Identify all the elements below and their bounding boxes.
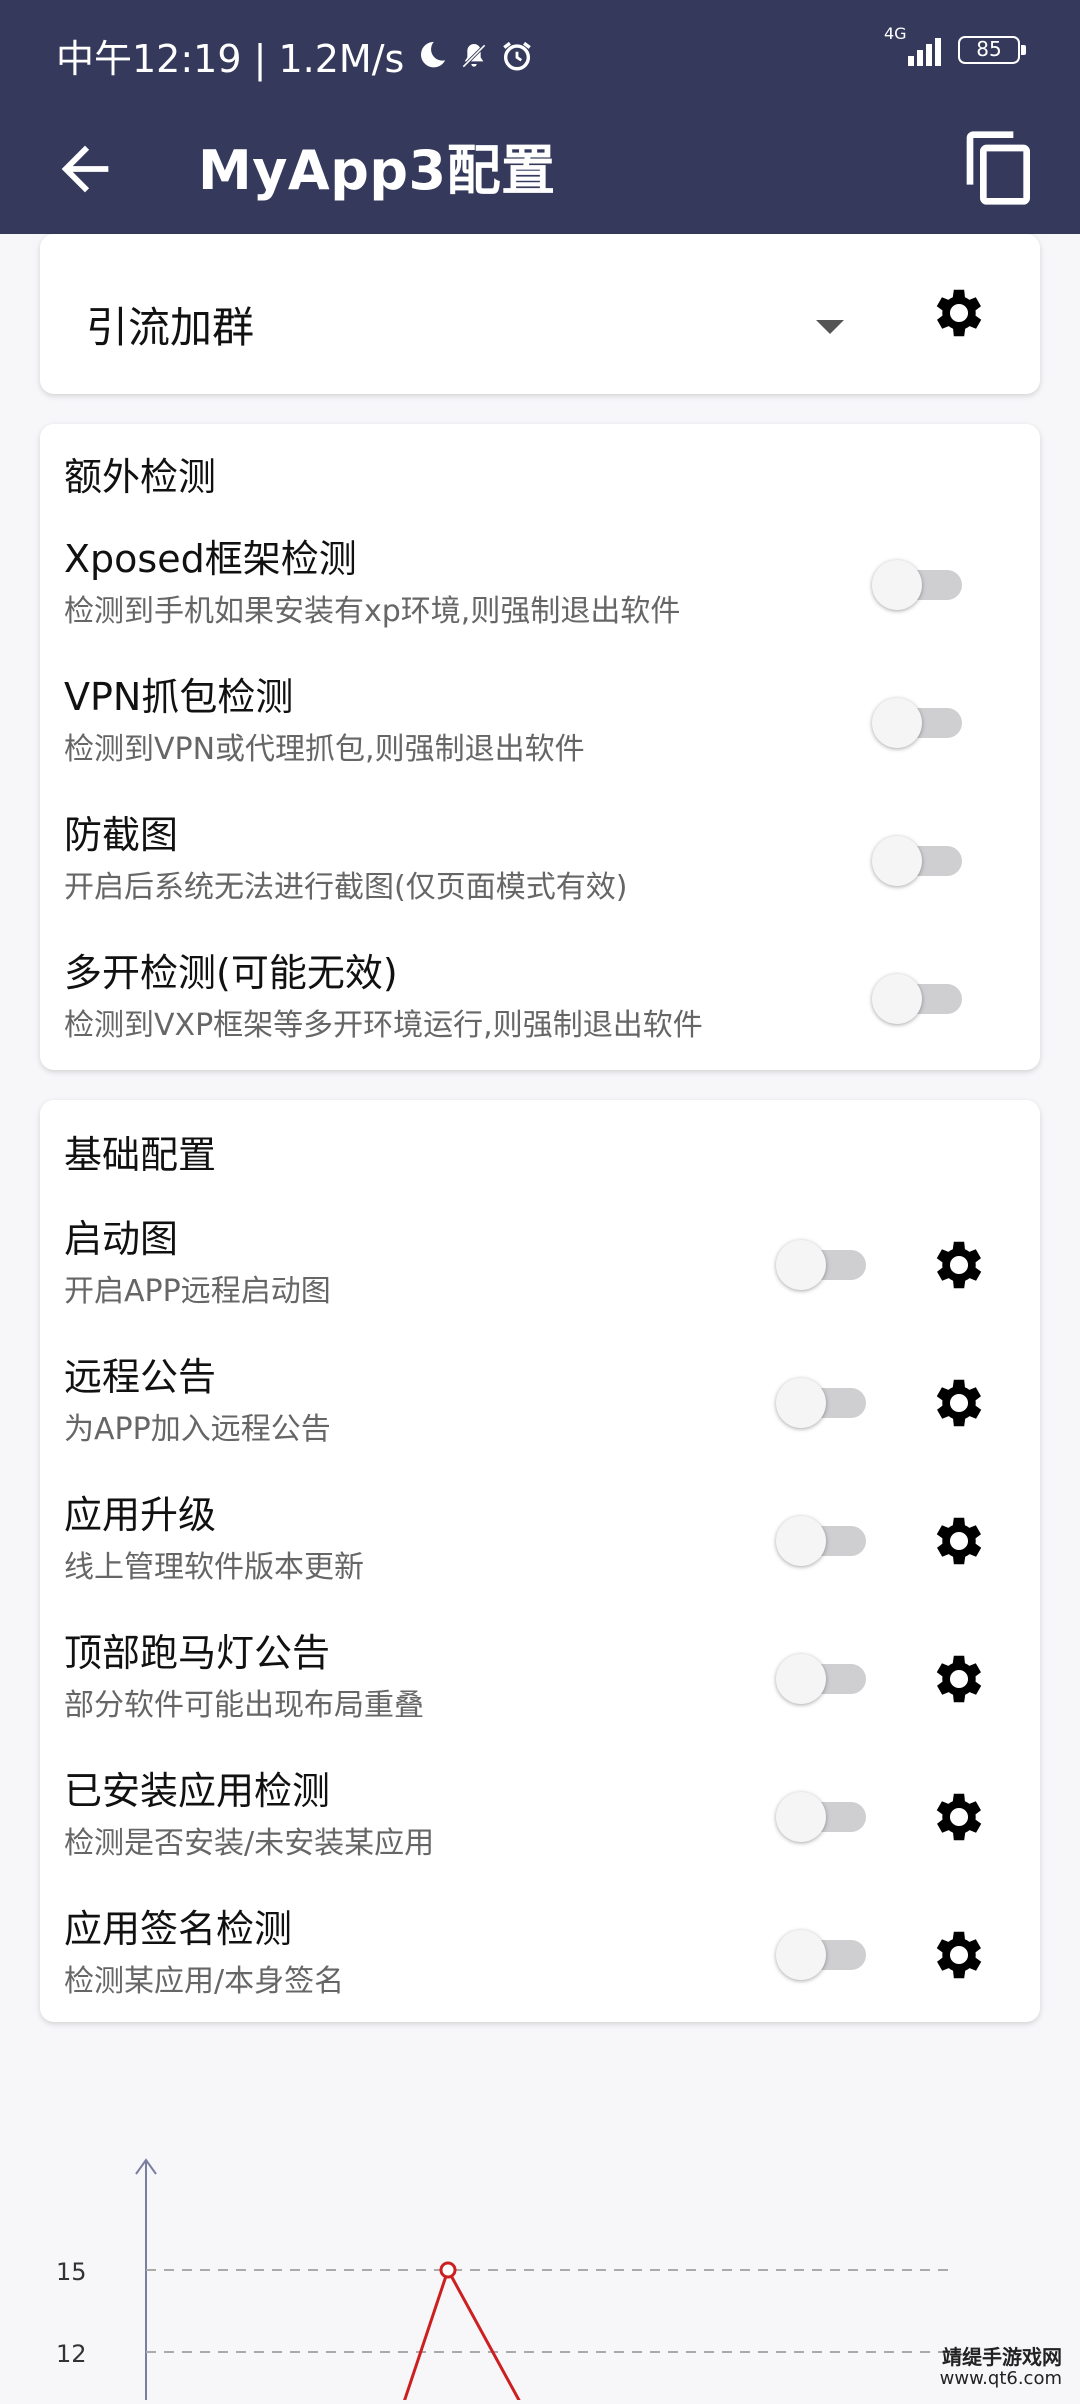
setting-row-vpn: VPN抓包检测 检测到VPN或代理抓包,则强制退出软件 xyxy=(40,666,1040,786)
status-left: 中午12:19 | 1.2M/s xyxy=(56,28,534,83)
vpn-toggle[interactable] xyxy=(872,694,962,748)
status-right: 4G 85 xyxy=(884,24,1026,70)
toggle-thumb xyxy=(872,836,922,886)
gear-icon[interactable] xyxy=(928,1510,990,1572)
setting-row-screenshot: 防截图 开启后系统无法进行截图(仅页面模式有效) xyxy=(40,804,1040,924)
row-title: Xposed框架检测 xyxy=(64,537,357,581)
gear-icon[interactable] xyxy=(928,1648,990,1710)
row-subtitle: 检测是否安装/未安装某应用 xyxy=(64,1826,435,1861)
toggle-thumb xyxy=(776,1654,826,1704)
signature-check-toggle[interactable] xyxy=(776,1926,866,1980)
installed-check-toggle[interactable] xyxy=(776,1788,866,1842)
mode-dropdown-card: 引流加群 xyxy=(40,234,1040,394)
setting-row-multi-open: 多开检测(可能无效) 检测到VXP框架等多开环境运行,则强制退出软件 xyxy=(40,942,1040,1062)
setting-row-installed-check: 已安装应用检测 检测是否安装/未安装某应用 xyxy=(40,1760,1040,1880)
toggle-thumb xyxy=(872,560,922,610)
row-title: 已安装应用检测 xyxy=(64,1769,331,1813)
toggle-thumb xyxy=(872,974,922,1024)
y-tick-15: 15 xyxy=(56,2258,87,2286)
y-tick-12: 12 xyxy=(56,2340,87,2368)
splash-toggle[interactable] xyxy=(776,1236,866,1290)
chart-svg: 15 12 xyxy=(56,2158,950,2403)
toggle-thumb xyxy=(776,1792,826,1842)
gear-icon[interactable] xyxy=(928,1372,990,1434)
row-title: 多开检测(可能无效) xyxy=(64,951,398,995)
row-title: VPN抓包检测 xyxy=(64,675,294,719)
row-title: 启动图 xyxy=(64,1217,179,1261)
battery-level: 85 xyxy=(976,37,1002,61)
series-line xyxy=(402,2266,522,2403)
network-type: 4G xyxy=(884,24,907,43)
row-title: 应用升级 xyxy=(64,1493,217,1537)
data-point-peak xyxy=(439,2261,457,2279)
setting-row-splash: 启动图 开启APP远程启动图 xyxy=(40,1208,1040,1328)
upgrade-toggle[interactable] xyxy=(776,1512,866,1566)
toggle-thumb xyxy=(776,1516,826,1566)
app-bar: MyApp3配置 xyxy=(0,104,1080,234)
page-title: MyApp3配置 xyxy=(198,139,556,202)
back-arrow-icon[interactable] xyxy=(50,134,120,204)
gear-icon[interactable] xyxy=(928,1234,990,1296)
multi-open-toggle[interactable] xyxy=(872,970,962,1024)
xposed-toggle[interactable] xyxy=(872,556,962,610)
toggle-thumb xyxy=(776,1930,826,1980)
row-subtitle: 部分软件可能出现布局重叠 xyxy=(64,1688,424,1723)
section-title-basic: 基础配置 xyxy=(64,1133,217,1177)
row-title: 防截图 xyxy=(64,813,179,857)
marquee-toggle[interactable] xyxy=(776,1650,866,1704)
row-subtitle: 检测某应用/本身签名 xyxy=(64,1964,345,1999)
setting-row-marquee: 顶部跑马灯公告 部分软件可能出现布局重叠 xyxy=(40,1622,1040,1742)
row-title: 顶部跑马灯公告 xyxy=(64,1631,331,1675)
dropdown-arrow-icon xyxy=(816,320,844,334)
gear-icon[interactable] xyxy=(928,282,990,344)
moon-icon xyxy=(421,41,446,67)
status-bar: 中午12:19 | 1.2M/s 4G 85 xyxy=(0,0,1080,104)
row-title: 应用签名检测 xyxy=(64,1907,293,1951)
watermark-line1: 靖缇手游戏网 xyxy=(942,2345,1062,2369)
mode-dropdown[interactable]: 引流加群 xyxy=(40,234,900,394)
signal-icon: 4G xyxy=(884,24,944,70)
row-subtitle: 检测到VPN或代理抓包,则强制退出软件 xyxy=(64,732,585,767)
extra-detection-card: 额外检测 Xposed框架检测 检测到手机如果安装有xp环境,则强制退出软件 V… xyxy=(40,424,1040,1070)
basic-config-card: 基础配置 启动图 开启APP远程启动图 远程公告 为APP加入远程公告 应用升级… xyxy=(40,1100,1040,2022)
row-subtitle: 为APP加入远程公告 xyxy=(64,1412,331,1447)
toggle-thumb xyxy=(776,1378,826,1428)
setting-row-upgrade: 应用升级 线上管理软件版本更新 xyxy=(40,1484,1040,1604)
section-title-extra: 额外检测 xyxy=(64,455,217,499)
watermark-line2: www.qt6.com xyxy=(939,2368,1062,2389)
battery-icon: 85 xyxy=(958,36,1026,64)
copy-icon[interactable] xyxy=(960,128,1040,208)
row-subtitle: 开启APP远程启动图 xyxy=(64,1274,331,1309)
setting-row-notice: 远程公告 为APP加入远程公告 xyxy=(40,1346,1040,1466)
row-subtitle: 开启后系统无法进行截图(仅页面模式有效) xyxy=(64,870,628,905)
setting-row-xposed: Xposed框架检测 检测到手机如果安装有xp环境,则强制退出软件 xyxy=(40,528,1040,648)
bell-off-icon xyxy=(462,43,487,68)
gear-icon[interactable] xyxy=(928,1924,990,1986)
gear-icon[interactable] xyxy=(928,1786,990,1848)
watermark: 靖缇手游戏网 www.qt6.com xyxy=(940,2346,1062,2390)
status-time-speed: 中午12:19 | 1.2M/s xyxy=(56,37,405,81)
screenshot-toggle[interactable] xyxy=(872,832,962,886)
toggle-thumb xyxy=(872,698,922,748)
row-subtitle: 检测到手机如果安装有xp环境,则强制退出软件 xyxy=(64,594,681,629)
dropdown-selected: 引流加群 xyxy=(86,303,255,352)
row-title: 远程公告 xyxy=(64,1355,217,1399)
row-subtitle: 检测到VXP框架等多开环境运行,则强制退出软件 xyxy=(64,1008,703,1043)
notice-toggle[interactable] xyxy=(776,1374,866,1428)
toggle-thumb xyxy=(776,1240,826,1290)
row-subtitle: 线上管理软件版本更新 xyxy=(64,1550,364,1585)
usage-chart: 15 12 靖缇手游戏网 www.qt6.com xyxy=(0,2150,1080,2403)
setting-row-signature-check: 应用签名检测 检测某应用/本身签名 xyxy=(40,1898,1040,2018)
alarm-icon xyxy=(503,41,532,70)
